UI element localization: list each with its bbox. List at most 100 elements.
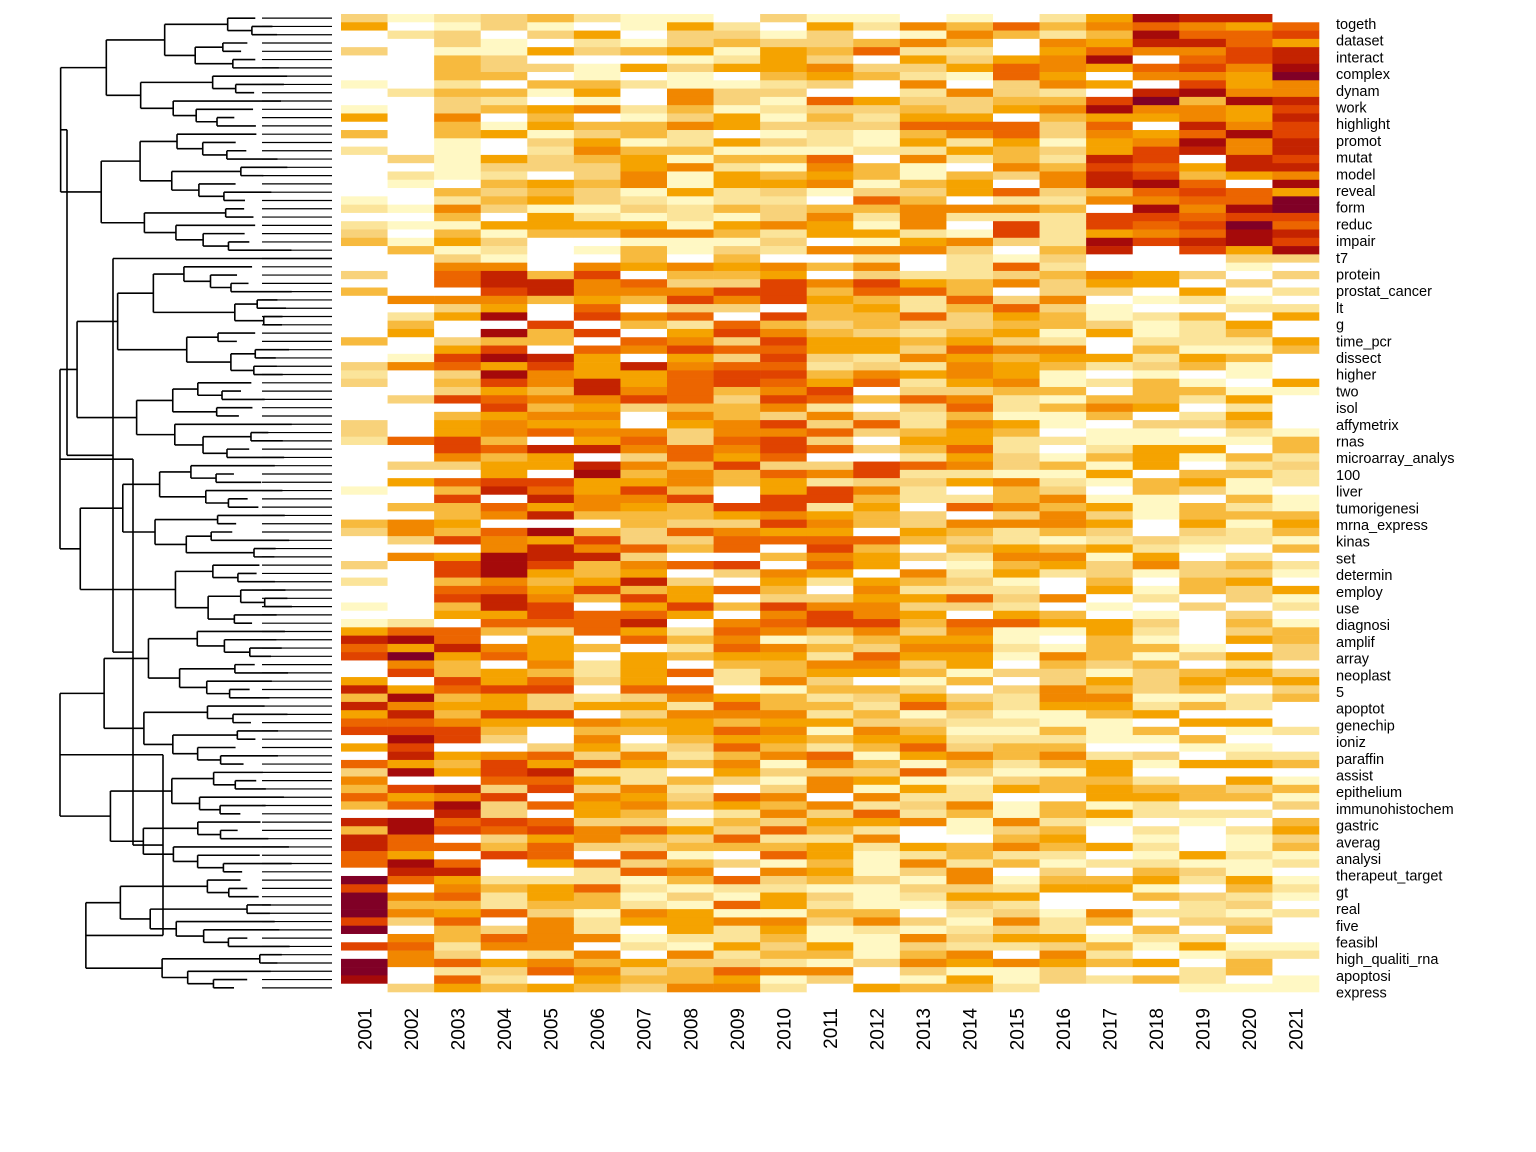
heatmap-cell	[713, 610, 761, 620]
heatmap-cell	[713, 130, 761, 139]
heatmap-cell	[434, 701, 482, 711]
heatmap-cell	[434, 146, 482, 156]
heatmap-cell	[1039, 72, 1087, 81]
heatmap-cell	[853, 378, 901, 388]
heatmap-cell	[1225, 552, 1273, 562]
heatmap-cell	[341, 867, 388, 877]
heatmap-cell	[1272, 345, 1320, 355]
heatmap-cell	[1039, 610, 1087, 620]
heatmap-cell	[760, 229, 808, 239]
heatmap-cell	[667, 917, 714, 926]
heatmap-cell	[853, 444, 901, 454]
heatmap-cell	[341, 196, 388, 205]
heatmap-cell	[853, 478, 901, 487]
heatmap-cell	[573, 14, 621, 23]
heatmap-cell	[1039, 975, 1087, 985]
heatmap-cell	[434, 113, 482, 123]
heatmap-cell	[760, 395, 808, 404]
heatmap-cell	[1132, 859, 1180, 868]
heatmap-cell	[993, 511, 1040, 520]
heatmap-cell	[1179, 14, 1227, 23]
heatmap-cell	[1086, 478, 1134, 487]
heatmap-cell	[1132, 561, 1180, 570]
heatmap-cell	[899, 801, 947, 810]
heatmap-cell	[527, 328, 575, 338]
heatmap-cell	[1179, 867, 1227, 877]
heatmap-cell	[1179, 884, 1227, 893]
heatmap-cell	[993, 768, 1040, 777]
heatmap-cell	[573, 536, 621, 545]
heatmap-cell	[1132, 536, 1180, 545]
heatmap-cell	[341, 710, 388, 719]
heatmap-cell	[1132, 221, 1180, 230]
heatmap-cell	[387, 378, 435, 388]
heatmap-cell	[760, 88, 808, 98]
heatmap-cell	[713, 710, 761, 719]
heatmap-cell	[1039, 30, 1087, 40]
heatmap-cell	[760, 237, 808, 247]
heatmap-cell	[899, 121, 947, 131]
heatmap-cell	[667, 660, 714, 670]
heatmap-cell	[899, 892, 947, 902]
heatmap-cell	[434, 105, 482, 114]
row-label: set	[1336, 551, 1355, 567]
heatmap-cell	[620, 320, 668, 330]
heatmap-cell	[899, 950, 947, 960]
heatmap-cell	[1225, 444, 1273, 454]
heatmap-cell	[1179, 635, 1227, 645]
heatmap-cell	[387, 933, 435, 943]
heatmap-cell	[993, 834, 1040, 844]
heatmap-cell	[899, 693, 947, 703]
heatmap-cell	[993, 809, 1040, 819]
heatmap-cell	[1179, 154, 1227, 164]
heatmap-cell	[713, 254, 761, 263]
heatmap-cell	[1039, 635, 1087, 645]
heatmap-cell	[1272, 759, 1320, 769]
heatmap-cell	[899, 179, 947, 189]
heatmap-cell	[1225, 362, 1273, 371]
heatmap-cell	[434, 444, 482, 454]
heatmap-cell	[853, 30, 901, 40]
heatmap-cell	[760, 420, 808, 429]
heatmap-cell	[1086, 602, 1134, 612]
row-label: neoplast	[1336, 668, 1391, 684]
heatmap-cell	[993, 279, 1040, 288]
heatmap-cell	[573, 652, 621, 661]
heatmap-cell	[806, 221, 854, 230]
heatmap-cell	[993, 453, 1040, 462]
heatmap-cell	[1225, 138, 1273, 147]
heatmap-cell	[853, 287, 901, 297]
heatmap-cell	[713, 867, 761, 877]
heatmap-cell	[341, 619, 388, 628]
heatmap-cell	[1272, 900, 1320, 910]
heatmap-cell	[1179, 527, 1227, 537]
heatmap-cell	[1039, 652, 1087, 661]
heatmap-cell	[806, 942, 854, 951]
heatmap-cell	[853, 867, 901, 877]
heatmap-cell	[993, 386, 1040, 396]
heatmap-cell	[1179, 254, 1227, 263]
heatmap-cell	[946, 345, 994, 355]
heatmap-cell	[387, 809, 435, 819]
heatmap-cell	[527, 138, 575, 147]
heatmap-cell	[1086, 635, 1134, 645]
heatmap-cell	[1272, 378, 1320, 388]
heatmap-cell	[387, 685, 435, 694]
heatmap-cell	[946, 254, 994, 263]
heatmap-cell	[480, 536, 528, 545]
heatmap-cell	[1179, 693, 1227, 703]
row-label: 5	[1336, 685, 1344, 701]
heatmap-cell	[573, 121, 621, 131]
heatmap-cell	[1132, 867, 1180, 877]
heatmap-cell	[620, 328, 668, 338]
heatmap-cell	[1086, 851, 1134, 860]
heatmap-cell	[760, 328, 808, 338]
heatmap-cell	[1225, 411, 1273, 421]
heatmap-cell	[760, 668, 808, 678]
heatmap-cell	[480, 909, 528, 918]
heatmap-cell	[946, 726, 994, 736]
heatmap-cell	[1272, 14, 1320, 23]
heatmap-cell	[1039, 328, 1087, 338]
heatmap-cell	[527, 461, 575, 471]
heatmap-cell	[527, 726, 575, 736]
